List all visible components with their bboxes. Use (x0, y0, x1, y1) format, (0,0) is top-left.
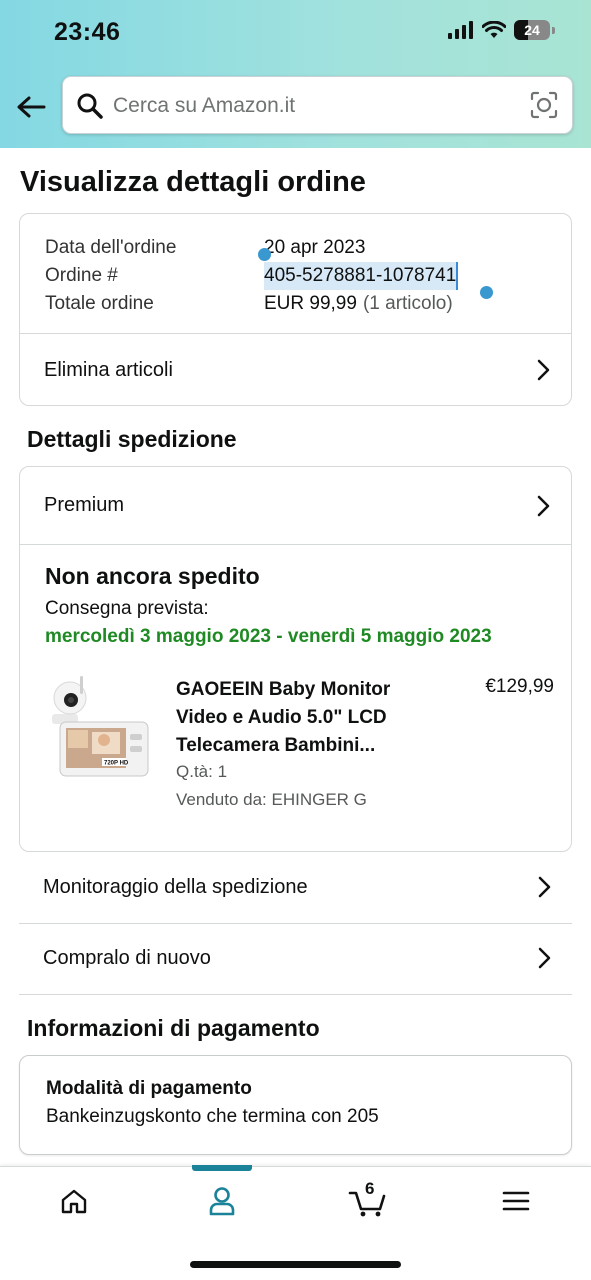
divider (20, 544, 571, 545)
product-image[interactable]: 720P HD (44, 674, 152, 784)
payment-section-title: Informazioni di pagamento (27, 1015, 320, 1041)
product-seller: Venduto da: EHINGER G (176, 790, 367, 809)
search-input[interactable] (113, 90, 513, 122)
expected-delivery-label: Consegna prevista: (45, 598, 209, 619)
search-box[interactable] (62, 76, 573, 134)
selection-end-handle[interactable] (480, 286, 493, 299)
chevron-right-icon (538, 947, 551, 969)
expected-delivery-dates: mercoledì 3 maggio 2023 - venerdì 5 magg… (45, 626, 492, 647)
back-button[interactable] (14, 90, 48, 124)
home-icon (61, 1189, 87, 1214)
order-total-items: (1 articolo) (362, 293, 453, 314)
buy-again-label: Compralo di nuovo (43, 946, 211, 969)
search-icon (77, 93, 103, 119)
buy-again-link[interactable]: Compralo di nuovo (19, 923, 572, 993)
order-summary-card: Data dell'ordine 20 apr 2023 Ordine # 40… (19, 213, 572, 406)
nav-home[interactable] (44, 1181, 104, 1221)
home-indicator (190, 1261, 401, 1268)
order-date-row: Data dell'ordine 20 apr 2023 (45, 234, 458, 262)
order-total-row: Totale ordine EUR 99,99 (1 articolo) (45, 290, 458, 318)
premium-link[interactable]: Premium (20, 467, 571, 544)
chevron-right-icon (537, 495, 550, 516)
shipping-card: Premium Non ancora spedito Consegna prev… (19, 466, 572, 852)
shipment-status: Non ancora spedito (45, 563, 260, 589)
order-info: Data dell'ordine 20 apr 2023 Ordine # 40… (45, 234, 459, 318)
order-date-label: Data dell'ordine (45, 237, 177, 258)
user-icon (209, 1187, 235, 1216)
order-number-value[interactable]: 405-5278881-1078741 (264, 262, 459, 290)
payment-method-card: Modalità di pagamento Bankeinzugskonto c… (19, 1055, 572, 1155)
remove-items-label: Elimina articoli (44, 358, 173, 381)
menu-icon (502, 1191, 530, 1211)
shipping-section-title: Dettagli spedizione (27, 426, 237, 452)
divider (19, 994, 572, 995)
order-total-label: Totale ordine (45, 293, 154, 314)
order-total-value: EUR 99,99 (264, 293, 357, 314)
cart-count: 6 (365, 1179, 375, 1198)
premium-label: Premium (44, 494, 125, 516)
nav-menu[interactable] (486, 1181, 546, 1221)
order-date-value: 20 apr 2023 (264, 237, 366, 258)
product-item[interactable]: 720P HD GAOEEIN Baby Monitor Video e Aud… (44, 674, 554, 814)
product-title[interactable]: GAOEEIN Baby Monitor Video e Audio 5.0" … (176, 676, 426, 760)
back-arrow-icon (17, 96, 46, 118)
chevron-right-icon (538, 876, 551, 898)
remove-items-link[interactable]: Elimina articoli (20, 334, 571, 406)
page-title: Visualizza dettagli ordine (20, 166, 366, 198)
nav-account[interactable] (192, 1181, 252, 1221)
chevron-right-icon (537, 359, 550, 381)
status-icons: 24 (448, 20, 555, 40)
payment-method-title: Modalità di pagamento (46, 1078, 252, 1099)
payment-method-text: Bankeinzugskonto che termina con 205 (46, 1106, 379, 1127)
selection-start-handle[interactable] (258, 248, 271, 261)
nav-cart[interactable]: 6 (338, 1179, 398, 1221)
order-number-row: Ordine # 405-5278881-1078741 (45, 262, 459, 290)
product-quantity: Q.tà: 1 (176, 762, 228, 781)
signal-icon (448, 21, 473, 39)
status-time: 23:46 (54, 18, 121, 46)
track-shipment-link[interactable]: Monitoraggio della spedizione (19, 852, 572, 922)
order-number-label: Ordine # (45, 265, 118, 286)
wifi-icon (482, 21, 506, 38)
battery-level: 24 (524, 22, 540, 38)
active-tab-indicator (192, 1165, 252, 1171)
top-header: 23:46 24 (0, 0, 591, 148)
camera-search-icon[interactable] (530, 91, 558, 119)
battery-icon: 24 (514, 20, 550, 40)
shipment-status-block: Non ancora spedito Consegna prevista: me… (45, 563, 551, 648)
track-shipment-label: Monitoraggio della spedizione (43, 875, 308, 898)
product-image-badge: 720P HD (104, 761, 129, 767)
product-price: €129,99 (485, 676, 554, 697)
